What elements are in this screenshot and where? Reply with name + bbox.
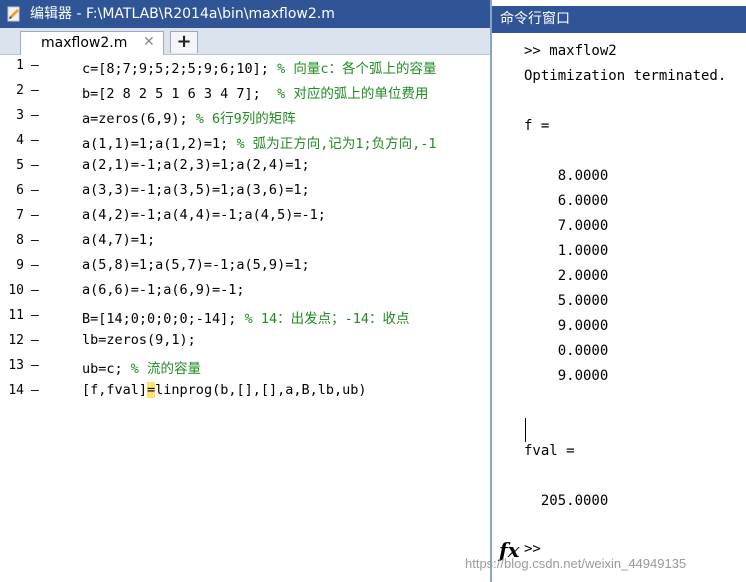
- breakpoint-marker[interactable]: –: [31, 83, 41, 98]
- breakpoint-marker[interactable]: –: [31, 133, 41, 148]
- breakpoint-marker[interactable]: –: [31, 208, 41, 223]
- output-line: 7.0000: [524, 218, 609, 234]
- bracket-highlight: =: [147, 382, 156, 398]
- output-line: 1.0000: [524, 243, 609, 259]
- add-tab-button[interactable]: +: [170, 31, 198, 53]
- code-text: B=[14;0;0;0;0;-14];: [82, 311, 245, 327]
- code-line[interactable]: a(4,2)=-1;a(4,4)=-1;a(4,5)=-1;: [82, 207, 326, 223]
- code-comment: % 14：出发点；-14：收点: [244, 311, 410, 327]
- code-line[interactable]: a(4,7)=1;: [82, 232, 155, 248]
- code-text: a(1,1)=1;a(1,2)=1;: [82, 136, 237, 152]
- code-text: ub=c;: [82, 361, 131, 377]
- code-line[interactable]: a(6,6)=-1;a(6,9)=-1;: [82, 282, 245, 298]
- line-number: 3: [16, 108, 24, 123]
- line-number: 2: [16, 83, 24, 98]
- output-line: fval =: [524, 443, 575, 459]
- breakpoint-marker[interactable]: –: [31, 283, 41, 298]
- code-comment: % 向量c：各个弧上的容量: [277, 61, 437, 77]
- tab-label: maxflow2.m: [41, 35, 128, 51]
- code-line[interactable]: [f,fval]=linprog(b,[],[],a,B,lb,ub): [82, 382, 367, 398]
- code-text: a(4,2)=-1;a(4,4)=-1;a(4,5)=-1;: [82, 207, 326, 223]
- code-comment: % 6行9列的矩阵: [195, 111, 296, 127]
- breakpoint-marker[interactable]: –: [31, 333, 41, 348]
- output-line: 0.0000: [524, 343, 609, 359]
- code-line[interactable]: c=[8;7;9;5;2;5;9;6;10]; % 向量c：各个弧上的容量: [82, 57, 436, 77]
- code-line[interactable]: B=[14;0;0;0;0;-14]; % 14：出发点；-14：收点: [82, 307, 409, 327]
- code-text: linprog(b,[],[],a,B,lb,ub): [155, 382, 367, 398]
- line-number: 10: [8, 283, 24, 298]
- breakpoint-marker[interactable]: –: [31, 383, 41, 398]
- line-number: 8: [16, 233, 24, 248]
- output-line: 2.0000: [524, 268, 609, 284]
- output-line: 9.0000: [524, 368, 609, 384]
- command-prompt: >>: [524, 541, 541, 557]
- tab-maxflow2[interactable]: maxflow2.m ✕: [20, 31, 164, 55]
- line-number: 11: [8, 308, 24, 323]
- code-text: a=zeros(6,9);: [82, 111, 196, 127]
- code-line[interactable]: a(2,1)=-1;a(2,3)=1;a(2,4)=1;: [82, 157, 310, 173]
- tab-close-icon[interactable]: ✕: [143, 34, 155, 50]
- command-output[interactable]: >> maxflow2 Optimization terminated. f = 8…: [492, 33, 746, 547]
- code-line[interactable]: a=zeros(6,9); % 6行9列的矩阵: [82, 107, 296, 127]
- breakpoint-marker[interactable]: –: [31, 158, 41, 173]
- command-window: 命令行窗口 >> maxflow2 Optimization terminated…: [490, 0, 746, 582]
- output-line: 5.0000: [524, 293, 609, 309]
- code-text: a(3,3)=-1;a(3,5)=1;a(3,6)=1;: [82, 182, 310, 198]
- code-comment: % 对应的弧上的单位费用: [277, 86, 429, 102]
- output-line: 9.0000: [524, 318, 609, 334]
- code-text: b=[2 8 2 5 1 6 3 4 7];: [82, 86, 278, 102]
- editor-app-icon: [7, 6, 20, 22]
- code-text: a(6,6)=-1;a(6,9)=-1;: [82, 282, 245, 298]
- breakpoint-marker[interactable]: –: [31, 183, 41, 198]
- code-text: [f,fval]: [82, 382, 148, 398]
- code-line[interactable]: a(3,3)=-1;a(3,5)=1;a(3,6)=1;: [82, 182, 310, 198]
- output-line: 205.0000: [524, 493, 609, 509]
- line-number: 14: [8, 383, 24, 398]
- code-comment: % 流的容量: [130, 361, 202, 377]
- breakpoint-marker[interactable]: –: [31, 108, 41, 123]
- line-number: 9: [16, 258, 24, 273]
- line-number: 7: [16, 208, 24, 223]
- code-line[interactable]: a(1,1)=1;a(1,2)=1; % 弧为正方向,记为1;负方向,-1: [82, 132, 436, 152]
- code-comment: % 弧为正方向,记为1;负方向,-1: [236, 136, 437, 152]
- code-text: lb=zeros(9,1);: [82, 332, 196, 348]
- line-number: 12: [8, 333, 24, 348]
- command-window-title: 命令行窗口: [492, 6, 746, 33]
- output-line: Optimization terminated.: [524, 68, 727, 84]
- code-line[interactable]: b=[2 8 2 5 1 6 3 4 7]; % 对应的弧上的单位费用: [82, 82, 428, 102]
- output-line: >> maxflow2: [524, 43, 617, 59]
- line-number: 1: [16, 58, 24, 73]
- line-number: 5: [16, 158, 24, 173]
- code-text: a(5,8)=1;a(5,7)=-1;a(5,9)=1;: [82, 257, 310, 273]
- text-cursor: [525, 418, 526, 442]
- line-number: 13: [8, 358, 24, 373]
- watermark: https://blog.csdn.net/weixin_44949135: [465, 556, 687, 571]
- code-line[interactable]: ub=c; % 流的容量: [82, 357, 201, 377]
- line-number: 6: [16, 183, 24, 198]
- output-line: 6.0000: [524, 193, 609, 209]
- line-number: 4: [16, 133, 24, 148]
- code-text: a(2,1)=-1;a(2,3)=1;a(2,4)=1;: [82, 157, 310, 173]
- output-line: f =: [524, 118, 550, 134]
- code-line[interactable]: a(5,8)=1;a(5,7)=-1;a(5,9)=1;: [82, 257, 310, 273]
- code-line[interactable]: lb=zeros(9,1);: [82, 332, 196, 348]
- editor-title-text: 编辑器 - F:\MATLAB\R2014a\bin\maxflow2.m: [30, 6, 335, 22]
- code-text: c=[8;7;9;5;2;5;9;6;10];: [82, 61, 278, 77]
- breakpoint-marker[interactable]: –: [31, 308, 41, 323]
- breakpoint-marker[interactable]: –: [31, 358, 41, 373]
- breakpoint-marker[interactable]: –: [31, 233, 41, 248]
- breakpoint-marker[interactable]: –: [31, 258, 41, 273]
- code-text: a(4,7)=1;: [82, 232, 156, 248]
- output-line: 8.0000: [524, 168, 609, 184]
- breakpoint-marker[interactable]: –: [31, 58, 41, 73]
